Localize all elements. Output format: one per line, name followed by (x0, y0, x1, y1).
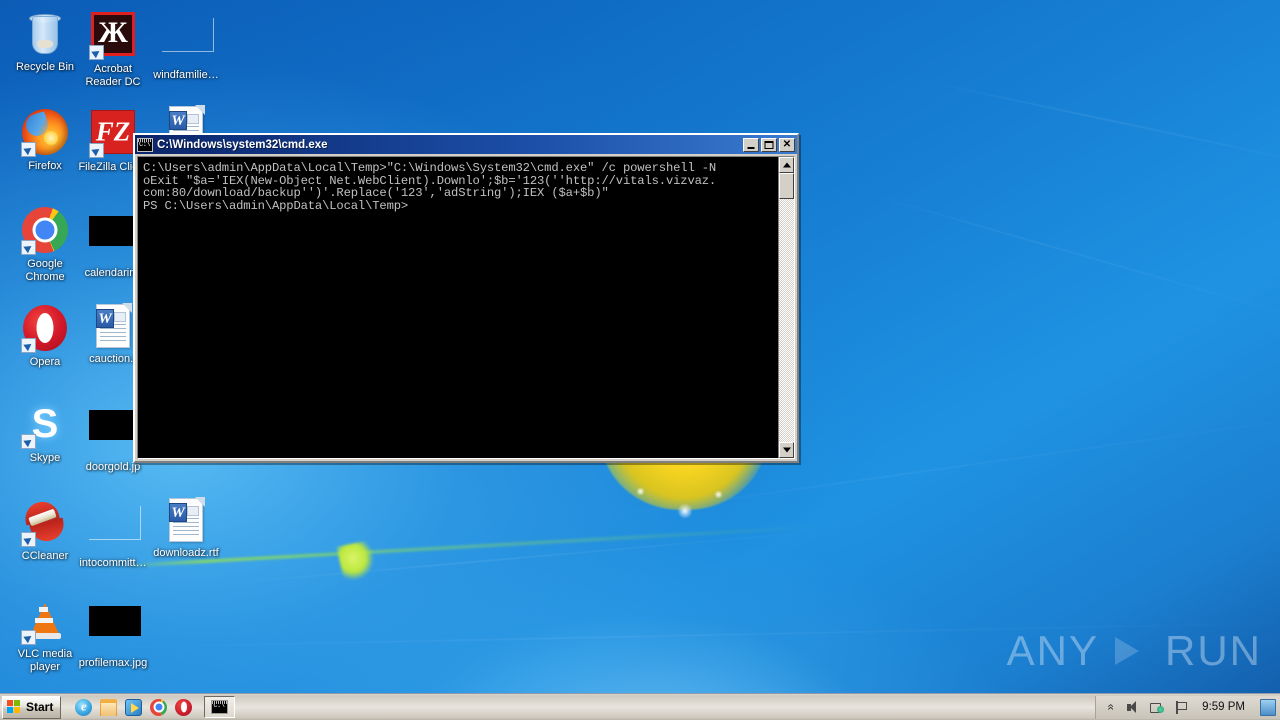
vlc-icon (21, 597, 69, 645)
shortcut-arrow-icon (21, 338, 36, 353)
console-scrollbar[interactable] (778, 157, 794, 458)
ccleaner-icon (21, 498, 69, 547)
recycle-icon (21, 10, 69, 58)
black-icon (89, 606, 141, 654)
chrome-icon[interactable] (150, 698, 168, 716)
close-button[interactable]: ✕ (779, 137, 795, 152)
show-desktop-button[interactable] (1260, 698, 1276, 716)
desktop-icon-intocommitt[interactable]: intocommitt… (76, 498, 150, 570)
desktop-icon-profilemax-jpg[interactable]: profilemax.jpg (76, 596, 150, 670)
chevron-up-icon[interactable] (1102, 700, 1117, 715)
desktop-icon-recycle-bin[interactable]: Recycle Bin (8, 10, 82, 74)
desktop-icon-label: windfamilie… (153, 69, 219, 81)
clock[interactable]: 9:59 PM (1198, 701, 1249, 713)
flag-icon[interactable] (1174, 700, 1189, 715)
filezilla-icon: FZ (89, 110, 137, 158)
minimize-button[interactable] (743, 137, 759, 152)
console-icon (211, 700, 229, 714)
start-button[interactable]: Start (2, 695, 62, 719)
scroll-up-arrow-icon (782, 162, 791, 168)
start-button-label: Start (26, 700, 54, 714)
blank-icon (162, 18, 214, 66)
desktop-icon-label: CCleaner (21, 550, 69, 562)
desktop-icon-label: Firefox (28, 160, 62, 172)
shortcut-arrow-icon (21, 240, 36, 255)
shortcut-arrow-icon (89, 45, 104, 60)
taskbar[interactable]: Start 9:59 PM (0, 693, 1280, 720)
console-icon (137, 137, 153, 152)
desktop-icon-label: downloadz.rtf (153, 547, 219, 559)
close-icon: ✕ (782, 138, 792, 150)
desktop-icon-label: Google Chrome (25, 258, 65, 283)
desktop-icon-skype[interactable]: S Skype (8, 400, 82, 465)
cmd-window-title: C:\Windows\system32\cmd.exe (157, 138, 328, 151)
cmd-title-bar[interactable]: C:\Windows\system32\cmd.exe ✕ (135, 135, 797, 154)
system-tray[interactable]: 9:59 PM (1095, 695, 1280, 719)
desktop-icon-google-chrome[interactable]: Google Chrome (8, 206, 82, 283)
desktop-icon-opera[interactable]: Opera (8, 304, 82, 369)
desktop-icon-label: Recycle Bin (15, 61, 75, 73)
cmd-client-area[interactable]: C:\Users\admin\AppData\Local\Temp>"C:\Wi… (137, 156, 795, 459)
windows-explorer-icon[interactable] (100, 698, 118, 716)
maximize-icon (764, 140, 774, 149)
minimize-icon (747, 146, 755, 149)
maximize-button[interactable] (761, 137, 777, 152)
black-icon (89, 216, 141, 264)
speaker-icon[interactable] (1126, 700, 1141, 715)
scrollbar-thumb[interactable] (779, 173, 794, 199)
desktop-icon-label: VLC media player (17, 648, 73, 673)
chrome-icon (21, 207, 69, 255)
media-player-icon[interactable] (125, 698, 143, 716)
desktop-icon-label: profilemax.jpg (78, 657, 148, 669)
shortcut-arrow-icon (89, 143, 104, 158)
word-icon: W (162, 496, 210, 544)
shortcut-arrow-icon (21, 142, 36, 157)
acrobat-icon: Ж (89, 12, 137, 60)
taskbar-item-cmd[interactable] (204, 696, 236, 718)
desktop-icon-acrobat[interactable]: Ж Acrobat Reader DC (76, 10, 150, 88)
network-icon[interactable] (1150, 700, 1165, 715)
console-output[interactable]: C:\Users\admin\AppData\Local\Temp>"C:\Wi… (138, 157, 778, 458)
word-icon: W (89, 302, 137, 350)
firefox-icon (21, 109, 69, 157)
internet-explorer-icon[interactable] (75, 698, 93, 716)
desktop-icon-label: Opera (29, 356, 61, 368)
scroll-down-arrow-icon (782, 447, 791, 453)
desktop-icon-label: intocommitt… (79, 557, 147, 569)
desktop-icon-downloadz-rtf[interactable]: Wdownloadz.rtf (149, 496, 223, 560)
opera-icon[interactable] (175, 698, 193, 716)
desktop-icon-label: Acrobat Reader DC (85, 63, 141, 88)
cmd-window[interactable]: C:\Windows\system32\cmd.exe ✕ C:\Users\a… (133, 133, 799, 463)
skype-icon: S (21, 401, 69, 449)
scroll-down-button[interactable] (779, 442, 794, 458)
desktop-icon-windfamilie[interactable]: windfamilie… (149, 10, 223, 82)
scrollbar-track[interactable] (779, 173, 794, 442)
desktop-icon-firefox[interactable]: Firefox (8, 108, 82, 173)
quick-launch-bar[interactable] (75, 698, 193, 716)
scroll-up-button[interactable] (779, 157, 794, 173)
opera-icon (21, 305, 69, 353)
shortcut-arrow-icon (21, 532, 36, 547)
black-icon (89, 410, 141, 458)
window-controls: ✕ (743, 137, 795, 152)
shortcut-arrow-icon (21, 434, 36, 449)
windows-logo-icon (7, 700, 22, 714)
desktop-icon-ccleaner[interactable]: CCleaner (8, 498, 82, 563)
blank-icon (89, 506, 141, 554)
taskbar-window-list[interactable] (204, 696, 236, 718)
shortcut-arrow-icon (21, 630, 36, 645)
desktop[interactable]: Recycle Bin Ж Acrobat Reader DC windfamilie… (0, 0, 1280, 720)
desktop-icon-vlc[interactable]: VLC media player (8, 596, 82, 673)
desktop-icon-label: Skype (29, 452, 61, 464)
